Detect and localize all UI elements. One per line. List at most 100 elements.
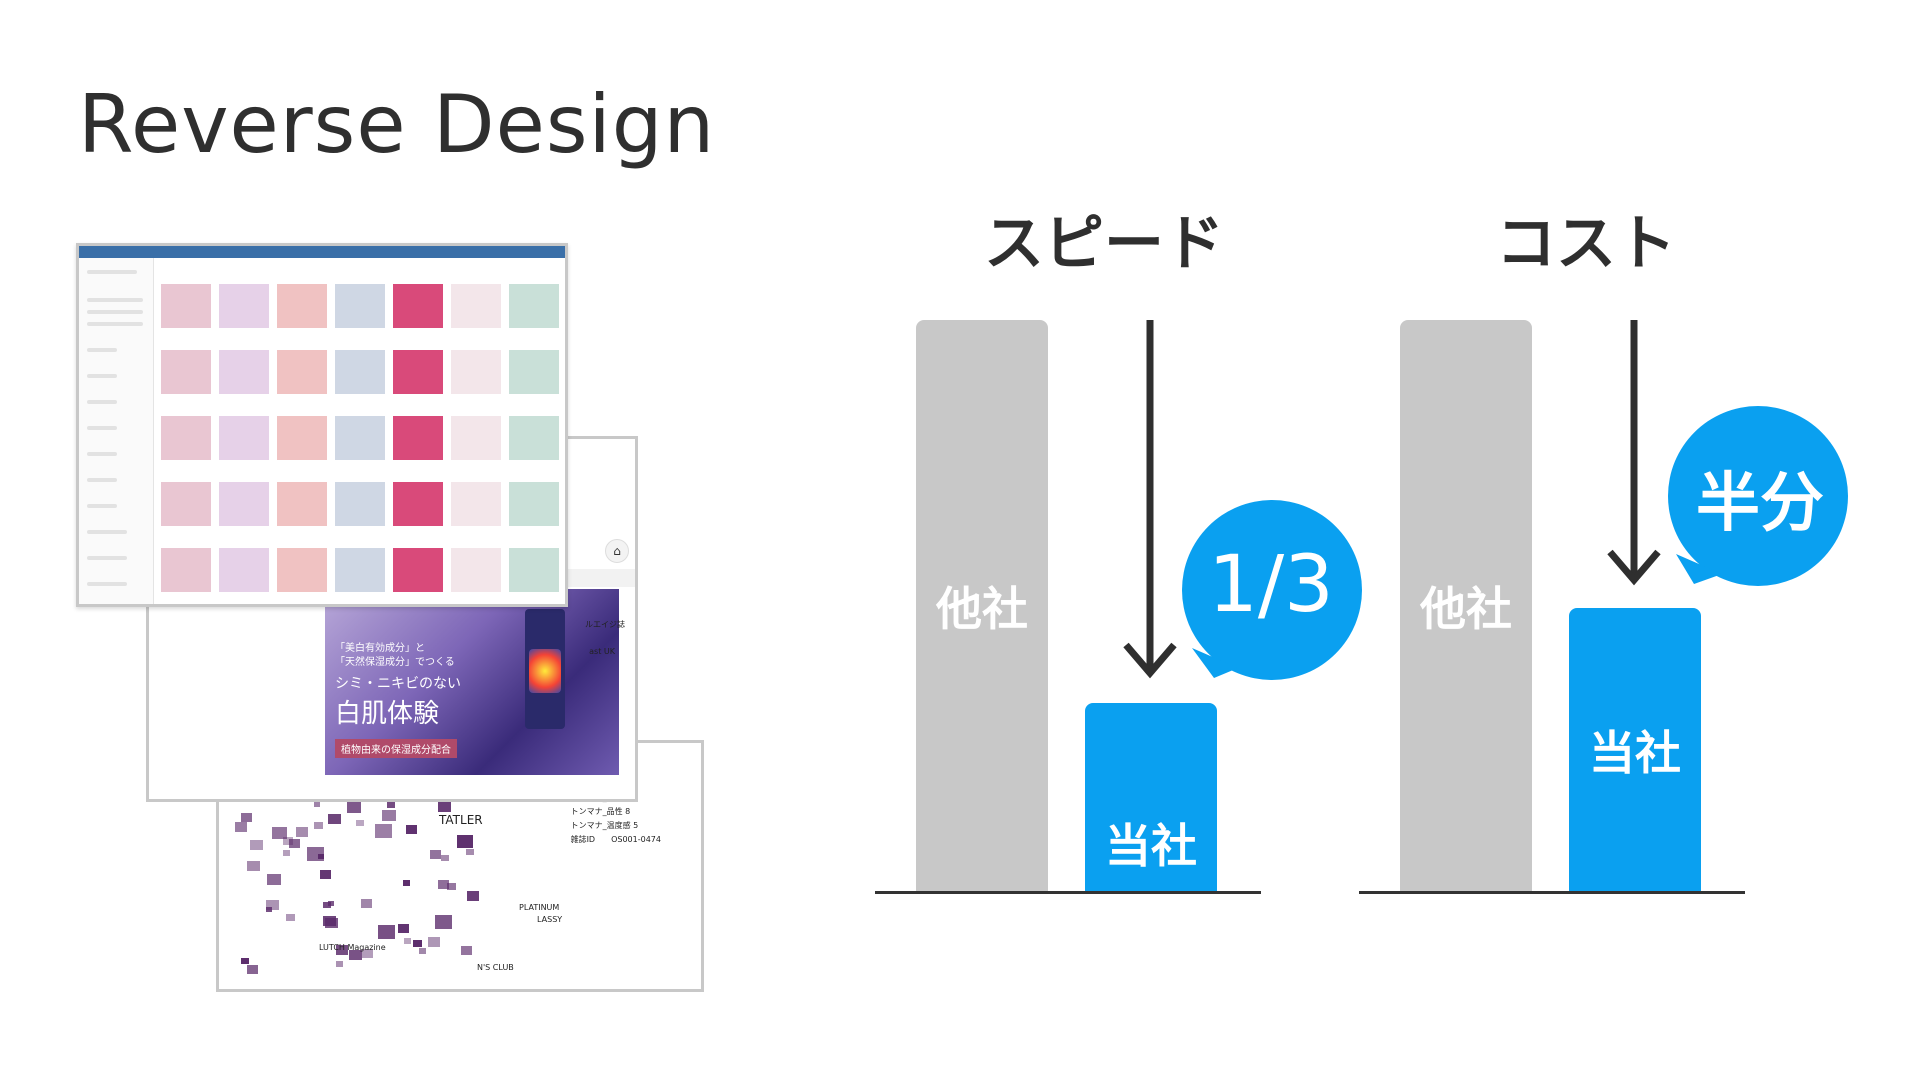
heatmap-overlay [529, 649, 561, 693]
map-point [441, 855, 449, 861]
map-point [461, 946, 472, 955]
map-point [438, 802, 451, 812]
map-point [296, 827, 308, 837]
map-point [266, 900, 279, 910]
map-label: LUTCH Magazine [319, 943, 386, 952]
thumbnail-image[interactable] [393, 416, 443, 460]
thumbnail-image[interactable] [451, 350, 501, 394]
thumbnail-image[interactable] [509, 350, 559, 394]
thumbnail-image[interactable] [393, 350, 443, 394]
thumbnail-image[interactable] [335, 416, 385, 460]
thumbnail-image[interactable] [277, 416, 327, 460]
map-point [336, 961, 343, 967]
bar-competitor-cost: 他社 [1400, 320, 1532, 892]
thumbnail-image[interactable] [451, 284, 501, 328]
map-point [378, 925, 395, 939]
bar-ours-speed: 当社 [1085, 703, 1217, 892]
map-point [361, 899, 372, 908]
ad-tagline: 植物由来の保湿成分配合 [335, 739, 457, 758]
thumbnail-image[interactable] [393, 284, 443, 328]
ad-line: 「美白有効成分」と [335, 643, 425, 654]
side-label: ast UK [589, 647, 615, 656]
thumbnail-image[interactable] [161, 350, 211, 394]
thumbnail-image[interactable] [451, 416, 501, 460]
thumbnail-image[interactable] [335, 548, 385, 592]
map-point [241, 813, 252, 822]
baseline-cost [1359, 891, 1745, 894]
map-point [435, 915, 452, 929]
thumbnail-image[interactable] [161, 416, 211, 460]
thumbnail-image[interactable] [335, 350, 385, 394]
baseline-speed [875, 891, 1261, 894]
map-point [457, 835, 473, 848]
down-arrow-icon [1607, 320, 1661, 586]
home-icon[interactable]: ⌂ [605, 539, 629, 563]
map-point [283, 850, 290, 856]
map-point [347, 802, 361, 813]
thumbnail-image[interactable] [161, 548, 211, 592]
thumbnail-image[interactable] [161, 482, 211, 526]
map-point [382, 810, 396, 821]
bar-ours-cost: 当社 [1569, 608, 1701, 892]
thumbnail-image[interactable] [509, 548, 559, 592]
map-point [387, 802, 395, 808]
thumbnail-image[interactable] [335, 482, 385, 526]
map-point [466, 849, 474, 855]
map-point [250, 840, 263, 850]
map-point [241, 958, 249, 964]
thumbnail-image[interactable] [219, 548, 269, 592]
thumbnail-image[interactable] [219, 284, 269, 328]
ad-creative: 「美白有効成分」と 「天然保湿成分」でつくる シミ・ニキビのない 白肌体験 植物… [325, 589, 619, 775]
thumbnail-image[interactable] [219, 416, 269, 460]
chart-heading-cost: コスト [1496, 209, 1676, 279]
map-point [323, 902, 331, 908]
map-point [318, 854, 324, 859]
map-label: LASSY [537, 915, 563, 924]
ad-headline: 白肌体験 [335, 699, 440, 729]
panel-row: 雑誌ID OS001-0474 [570, 835, 661, 844]
map-point [267, 874, 281, 885]
map-point [430, 850, 441, 859]
map-point [428, 937, 440, 947]
thumbnail-image[interactable] [451, 548, 501, 592]
thumbnail-image[interactable] [393, 548, 443, 592]
down-arrow-icon [1123, 320, 1177, 679]
map-point [398, 924, 409, 933]
thumbnail-image[interactable] [277, 350, 327, 394]
map-label: PLATINUM [519, 903, 560, 912]
chart-heading-speed: スピード [984, 209, 1224, 279]
thumbnail-image[interactable] [509, 284, 559, 328]
map-point [314, 802, 320, 807]
map-point [247, 965, 258, 974]
map-point [235, 822, 247, 832]
thumbnail-image[interactable] [161, 284, 211, 328]
thumbnail-image[interactable] [509, 416, 559, 460]
thumbnail-image[interactable] [335, 284, 385, 328]
panel-row: トンマナ_温度感 5 [570, 821, 639, 830]
thumbnail-image[interactable] [393, 482, 443, 526]
map-point [413, 940, 422, 947]
thumbnail-image[interactable] [509, 482, 559, 526]
thumbnail-image[interactable] [277, 482, 327, 526]
map-point [328, 814, 341, 824]
app-screenshot [76, 243, 568, 607]
bar-competitor-speed: 他社 [916, 320, 1048, 892]
thumbnail-image[interactable] [219, 350, 269, 394]
map-point [406, 825, 417, 834]
thumbnail-image[interactable] [451, 482, 501, 526]
thumbnail-image[interactable] [277, 548, 327, 592]
thumbnail-image[interactable] [219, 482, 269, 526]
thumbnail-image[interactable] [277, 284, 327, 328]
callout-cost: 半分 [1696, 467, 1824, 541]
ad-line: シミ・ニキビのない [335, 676, 461, 692]
panel-row: トンマナ_品性 8 [570, 807, 631, 816]
map-point [286, 914, 295, 921]
map-point [283, 837, 293, 845]
image-grid [161, 272, 561, 602]
app-sidebar [79, 258, 154, 604]
map-point [447, 883, 456, 890]
map-point [314, 822, 323, 829]
app-header [79, 246, 565, 258]
map-point [403, 880, 410, 886]
map-label: N'S CLUB [477, 963, 514, 972]
